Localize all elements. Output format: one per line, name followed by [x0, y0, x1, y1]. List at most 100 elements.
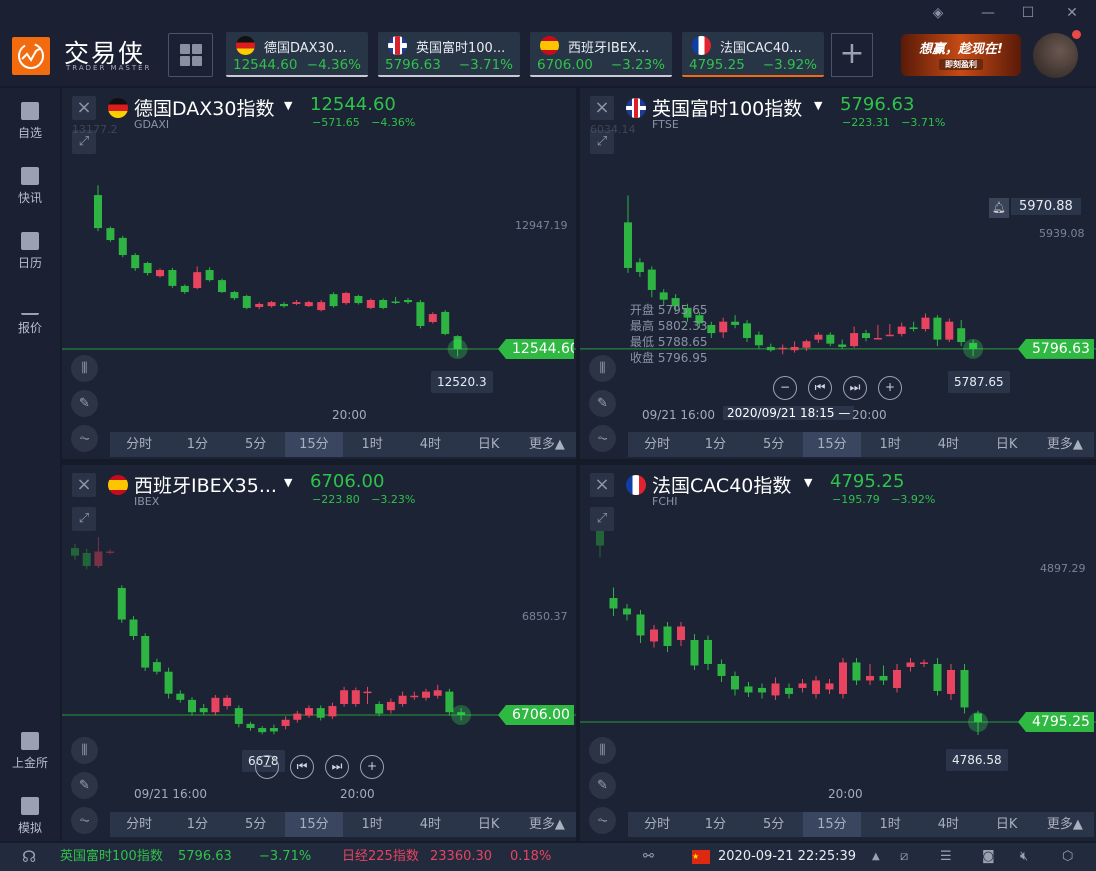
indicator-icon[interactable]: ⏦ — [71, 807, 98, 834]
candle[interactable] — [862, 329, 870, 342]
timeframe-tab[interactable]: 更多▲ — [518, 812, 576, 837]
add-tab-button[interactable]: + — [831, 33, 873, 77]
candle[interactable] — [246, 721, 255, 731]
candle[interactable] — [379, 298, 388, 310]
indicator-icon[interactable]: ⏦ — [71, 425, 98, 452]
candlestick-chart[interactable] — [62, 88, 576, 459]
candle[interactable] — [391, 296, 400, 304]
candle[interactable] — [230, 290, 239, 300]
zoom-in-button[interactable]: + — [878, 376, 902, 400]
candle[interactable] — [812, 675, 820, 699]
timeframe-tab[interactable]: 5分 — [745, 432, 803, 457]
timeframe-tab[interactable]: 分时 — [110, 812, 168, 837]
candle[interactable] — [433, 684, 442, 699]
candle[interactable] — [386, 698, 395, 714]
indicator-icon[interactable]: ⏦ — [589, 807, 616, 834]
candle[interactable] — [258, 725, 267, 735]
candle[interactable] — [947, 663, 955, 700]
candle[interactable] — [281, 716, 290, 730]
zoom-out-button[interactable]: − — [773, 376, 797, 400]
candle[interactable] — [441, 310, 450, 336]
candle[interactable] — [242, 294, 251, 310]
candle[interactable] — [152, 658, 161, 675]
timeframe-tab[interactable]: 15分 — [284, 432, 343, 457]
caret-down-icon[interactable]: ▼ — [804, 476, 812, 489]
candle[interactable] — [704, 635, 712, 670]
candle[interactable] — [873, 324, 882, 340]
candle[interactable] — [879, 665, 888, 685]
timeframe-tab[interactable]: 更多▲ — [1036, 812, 1094, 837]
next-button[interactable]: ⏭ — [325, 755, 349, 779]
zoom-in-button[interactable]: + — [360, 755, 384, 779]
candle[interactable] — [663, 621, 672, 652]
candle[interactable] — [798, 678, 807, 693]
candle[interactable] — [176, 690, 185, 703]
candle[interactable] — [963, 338, 984, 359]
instrument-name[interactable]: 西班牙IBEX35... — [134, 471, 277, 498]
layout-grid-button[interactable] — [168, 33, 213, 77]
timeframe-tab[interactable]: 1分 — [168, 432, 226, 457]
mute-icon[interactable]: 🔇︎ — [1020, 843, 1028, 871]
bell-icon[interactable]: 🔔︎ — [989, 198, 1009, 218]
candle[interactable] — [118, 235, 127, 258]
candle[interactable] — [968, 710, 988, 736]
candle-type-icon[interactable]: ⫼ — [589, 737, 616, 764]
candle[interactable] — [814, 332, 823, 343]
candlestick-chart[interactable] — [62, 465, 576, 841]
caret-down-icon[interactable]: ▼ — [814, 99, 822, 112]
candle[interactable] — [623, 603, 631, 621]
pencil-icon[interactable]: ✎ — [589, 390, 616, 417]
candle[interactable] — [363, 686, 372, 704]
timeframe-tab[interactable]: 1分 — [168, 812, 226, 837]
candle[interactable] — [897, 322, 906, 337]
sidebar-item-watchlist[interactable]: 自选 — [0, 96, 60, 152]
candle-type-icon[interactable]: ⫼ — [71, 737, 98, 764]
sidebar-item-news[interactable]: 快讯 — [0, 161, 60, 217]
candle[interactable] — [826, 332, 835, 347]
candle-type-icon[interactable]: ⫼ — [589, 355, 616, 382]
candlestick-chart[interactable] — [580, 88, 1096, 459]
camera-icon[interactable]: ◙ — [982, 843, 995, 871]
candle[interactable] — [404, 297, 412, 304]
candle[interactable] — [168, 267, 177, 288]
expand-icon[interactable]: ⤢ — [590, 507, 614, 531]
price-alert-label[interactable]: 5970.88 — [1011, 198, 1081, 215]
candle[interactable] — [731, 671, 739, 696]
candle[interactable] — [342, 291, 350, 305]
timeframe-tab[interactable]: 更多▲ — [518, 432, 576, 457]
quote-tab-dax[interactable]: 德国DAX30... 12544.60 −4.36% — [226, 32, 368, 77]
candle[interactable] — [624, 195, 632, 273]
network-icon[interactable]: ⚯ — [643, 843, 654, 871]
candle[interactable] — [131, 253, 140, 271]
candle[interactable] — [293, 710, 302, 723]
candle[interactable] — [218, 278, 226, 293]
timeframe-tab[interactable]: 更多▲ — [1036, 432, 1094, 457]
candle[interactable] — [234, 705, 243, 728]
candle[interactable] — [223, 695, 232, 710]
candle[interactable] — [744, 681, 753, 697]
candle[interactable] — [635, 258, 644, 277]
candle[interactable] — [690, 633, 699, 670]
candle[interactable] — [766, 343, 775, 352]
timeframe-tab[interactable]: 1时 — [861, 812, 919, 837]
timeframe-tab[interactable]: 1时 — [343, 812, 401, 837]
headset-icon[interactable]: ☊ — [22, 843, 36, 871]
candle[interactable] — [106, 549, 115, 555]
candle-type-icon[interactable]: ⫼ — [71, 355, 98, 382]
candle[interactable] — [731, 315, 740, 329]
candle[interactable] — [909, 321, 918, 332]
list-icon[interactable]: ☰ — [940, 843, 952, 871]
caret-up-icon[interactable]: ▲ — [872, 843, 880, 871]
settings-icon[interactable]: ⬡ — [1062, 843, 1073, 871]
candle[interactable] — [328, 702, 337, 720]
instrument-name[interactable]: 法国CAC40指数 — [652, 471, 791, 498]
candle[interactable] — [451, 704, 472, 725]
timeframe-tab[interactable]: 15分 — [802, 812, 861, 837]
candle[interactable] — [677, 621, 685, 646]
expand-icon[interactable]: ⤢ — [72, 507, 96, 531]
candle[interactable] — [329, 292, 338, 308]
previous-button[interactable]: ⏮ — [290, 755, 314, 779]
quote-tab-ftse[interactable]: 英国富时100... 5796.63 −3.71% — [378, 32, 520, 77]
candle[interactable] — [267, 300, 276, 308]
instrument-name[interactable]: 德国DAX30指数 — [134, 94, 275, 121]
